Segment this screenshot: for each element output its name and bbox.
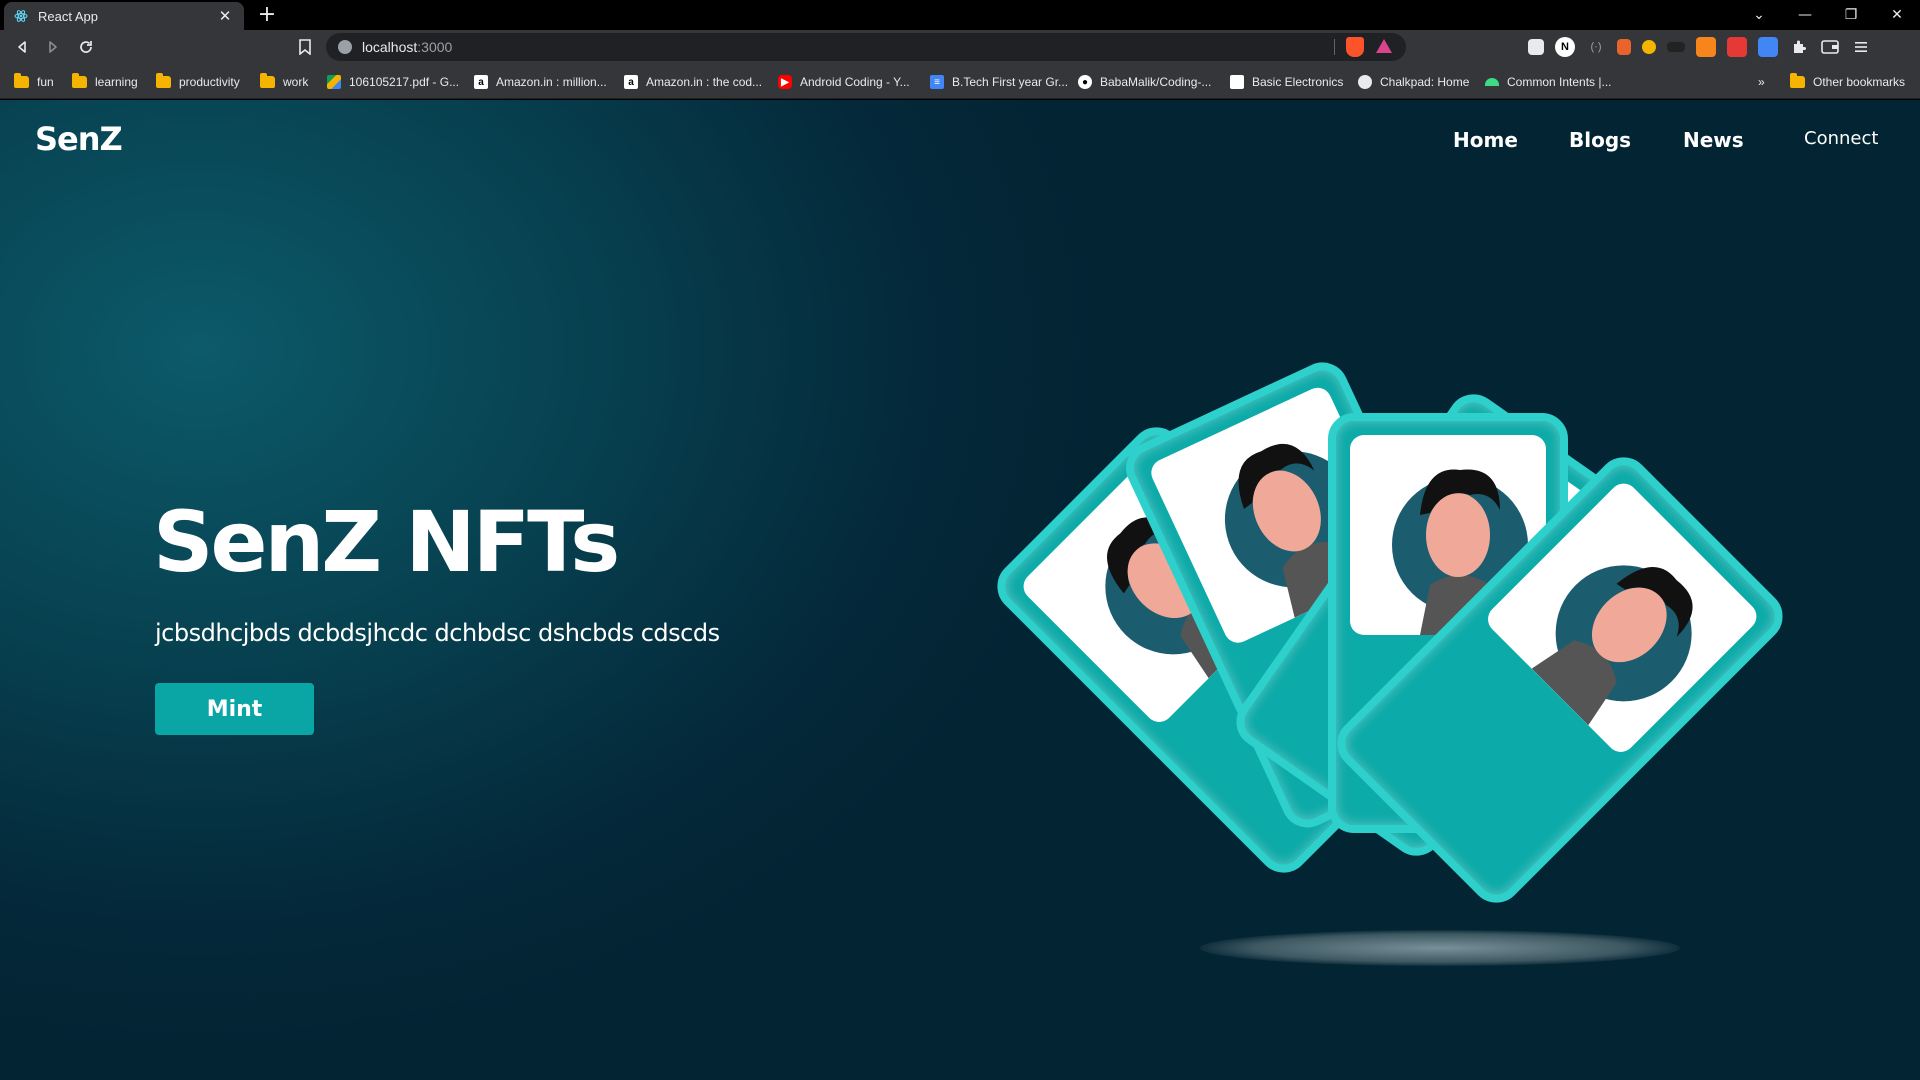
bookmark-productivity[interactable]: productivity <box>156 73 240 91</box>
notion-extension-icon[interactable]: N <box>1555 37 1575 57</box>
bookmark-pdf[interactable]: 106105217.pdf - G... <box>327 73 459 91</box>
connect-button[interactable]: Connect <box>1804 128 1878 149</box>
site-info-icon[interactable] <box>338 40 352 54</box>
folder-icon <box>72 73 87 88</box>
nav-news[interactable]: News <box>1683 128 1744 152</box>
translate-extension-icon[interactable] <box>1758 37 1778 57</box>
tab-title: React App <box>38 8 98 24</box>
browser-tab[interactable]: React App ✕ <box>4 2 244 30</box>
red-square-extension-icon[interactable] <box>1727 37 1747 57</box>
forward-button[interactable] <box>43 37 63 57</box>
bookmark-work[interactable]: work <box>260 73 308 91</box>
react-icon <box>14 9 28 23</box>
minimize-button[interactable]: — <box>1782 0 1828 30</box>
url-text: localhost:3000 <box>362 39 453 55</box>
window-controls: ⌄ — ❐ ✕ <box>1736 0 1920 30</box>
hero-title: SenZ NFTs <box>153 493 620 591</box>
folder-icon <box>1790 73 1805 88</box>
bookmarks-bar: fun learning productivity work 106105217… <box>0 64 1920 99</box>
bookmark-android-coding[interactable]: ▶ Android Coding - Y... <box>778 73 910 91</box>
browser-toolbar: localhost:3000 N (·) <box>0 30 1920 64</box>
wallet-icon[interactable] <box>1820 37 1840 57</box>
menu-icon[interactable] <box>1851 37 1871 57</box>
address-bar[interactable]: localhost:3000 <box>326 33 1406 61</box>
mint-button[interactable]: Mint <box>155 683 314 735</box>
dark-extension-icon[interactable] <box>1667 42 1685 52</box>
reload-button[interactable] <box>76 37 96 57</box>
hero-subtitle: jcbsdhcjbds dcbdsjhcdc dchbdsc dshcbds c… <box>155 619 720 647</box>
close-tab-icon[interactable]: ✕ <box>216 7 234 25</box>
bookmark-github[interactable]: ● BabaMalik/Coding-... <box>1078 73 1211 91</box>
chalkpad-icon <box>1358 75 1372 89</box>
bookmark-chalkpad[interactable]: Chalkpad: Home <box>1358 73 1469 91</box>
shield-extension-icon[interactable] <box>1528 39 1544 55</box>
bookmark-basic-electronics[interactable]: Basic Electronics <box>1230 73 1343 91</box>
github-icon: ● <box>1078 75 1092 89</box>
extensions-bar: N (·) <box>1528 37 1871 57</box>
other-bookmarks[interactable]: Other bookmarks <box>1790 73 1905 91</box>
folder-icon <box>14 73 29 88</box>
metamask-icon[interactable] <box>1696 37 1716 57</box>
cast-extension-icon[interactable]: (·) <box>1586 37 1606 57</box>
page-icon <box>1230 75 1244 89</box>
folder-icon <box>260 73 275 88</box>
youtube-icon: ▶ <box>778 75 792 89</box>
bookmark-fun[interactable]: fun <box>14 73 54 91</box>
bookmark-page-button[interactable] <box>295 37 315 57</box>
bookmark-common-intents[interactable]: Common Intents |... <box>1485 73 1612 91</box>
forward-arrow-icon <box>49 41 57 53</box>
bookmark-amazon-cod[interactable]: a Amazon.in : the cod... <box>624 73 762 91</box>
bookmark-amazon-million[interactable]: a Amazon.in : million... <box>474 73 607 91</box>
nav-home[interactable]: Home <box>1453 128 1518 152</box>
back-button[interactable] <box>12 37 32 57</box>
restore-button[interactable]: ❐ <box>1828 0 1874 30</box>
omnibox-divider <box>1334 39 1335 55</box>
app-page: SenZ Home Blogs News Connect SenZ NFTs j… <box>0 100 1920 1080</box>
nav-blogs[interactable]: Blogs <box>1569 128 1631 152</box>
android-icon <box>1485 78 1499 86</box>
brave-shields-icon[interactable] <box>1346 37 1364 57</box>
bookmark-learning[interactable]: learning <box>72 73 138 91</box>
yellow-extension-icon[interactable] <box>1642 40 1656 54</box>
folder-icon <box>156 73 171 88</box>
amazon-icon: a <box>624 75 638 89</box>
extensions-puzzle-icon[interactable] <box>1789 37 1809 57</box>
amazon-icon: a <box>474 75 488 89</box>
browser-tab-bar: React App ✕ + ⌄ — ❐ ✕ <box>0 0 1920 30</box>
google-docs-icon: ≡ <box>930 75 944 89</box>
card-shadow <box>1200 930 1680 966</box>
close-window-button[interactable]: ✕ <box>1874 0 1920 30</box>
google-drive-icon <box>327 75 341 89</box>
nft-card-fan <box>980 290 1900 1070</box>
brand-logo[interactable]: SenZ <box>35 120 123 158</box>
new-tab-button[interactable]: + <box>256 4 278 26</box>
tab-search-icon[interactable]: ⌄ <box>1736 0 1782 30</box>
brave-rewards-icon[interactable] <box>1376 39 1392 53</box>
bookmark-btech[interactable]: ≡ B.Tech First year Gr... <box>930 73 1068 91</box>
reload-icon <box>80 41 92 53</box>
bookmarks-overflow-button[interactable]: » <box>1758 73 1765 91</box>
red-extension-icon[interactable] <box>1617 39 1631 55</box>
bookmark-icon <box>299 39 311 55</box>
back-arrow-icon <box>18 41 26 53</box>
